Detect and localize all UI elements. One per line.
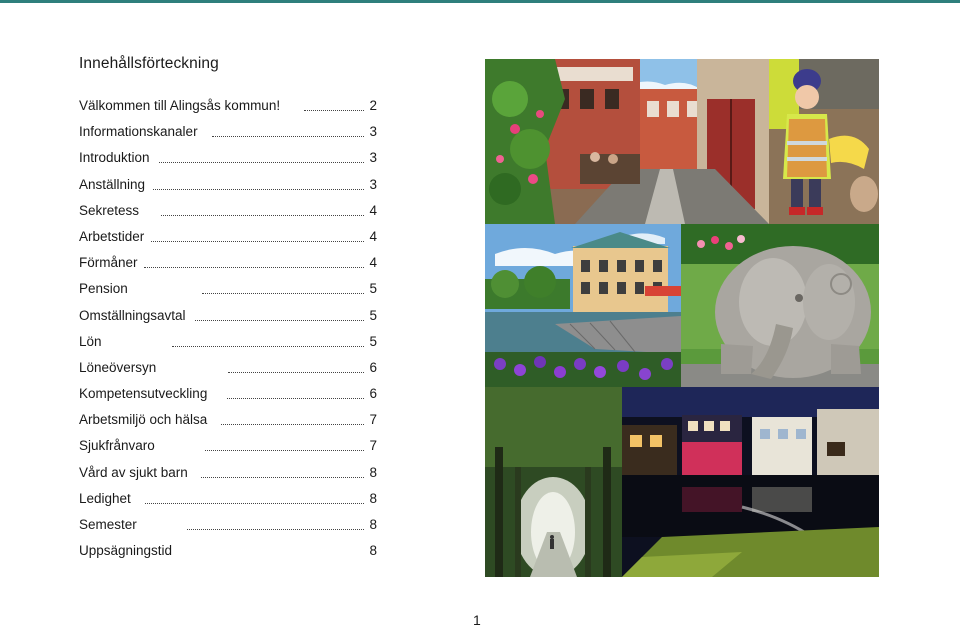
toc-entry-label: Ledighet <box>79 490 131 506</box>
toc-entry: Förmåner 4 <box>79 253 377 279</box>
toc-entry-page: 4 <box>369 228 377 244</box>
toc-entry-label: Arbetstider <box>79 228 145 244</box>
toc-entry-label: Introduktion <box>79 150 150 166</box>
table-of-contents: Välkommen till Alingsås kommun! 2 Informat… <box>79 96 377 567</box>
toc-dot-leader <box>172 345 364 347</box>
toc-entry-page: 3 <box>369 176 377 192</box>
toc-entry-page: 4 <box>369 202 377 218</box>
toc-entry: Semester 8 <box>79 515 377 541</box>
toc-entry-label: Lön <box>79 333 102 349</box>
toc-entry: Arbetsmiljö och hälsa 7 <box>79 410 377 436</box>
toc-entry-label: Informationskanaler <box>79 124 198 140</box>
toc-entry-label: Omställningsavtal <box>79 307 186 323</box>
toc-entry-label: Förmåner <box>79 255 138 271</box>
toc-entry-label: Anställning <box>79 176 146 192</box>
toc-entry: Kompetensutveckling 6 <box>79 384 377 410</box>
toc-dot-leader <box>195 319 364 321</box>
toc-dot-leader <box>221 424 364 426</box>
toc-entry: Ledighet 8 <box>79 489 377 515</box>
page-title: Innehållsförteckning <box>79 55 219 72</box>
toc-entry-page: 7 <box>369 412 377 428</box>
toc-entry-label: Vård av sjukt barn <box>79 464 188 480</box>
toc-entry: Sekretess 4 <box>79 201 377 227</box>
toc-entry-label: Pension <box>79 281 128 297</box>
toc-entry: Lön 5 <box>79 332 377 358</box>
toc-entry-label: Sekretess <box>79 202 140 218</box>
page-number: 1 <box>473 612 481 628</box>
toc-dot-leader <box>159 162 364 164</box>
toc-entry-label: Uppsägningstid <box>79 543 173 559</box>
toc-dot-leader <box>187 529 364 530</box>
photo-collage <box>485 59 879 577</box>
toc-entry: Uppsägningstid 8 <box>79 541 377 567</box>
toc-dot-leader <box>161 214 364 216</box>
toc-dot-leader <box>228 371 364 373</box>
toc-entry-page: 6 <box>369 359 377 375</box>
toc-entry-page: 8 <box>369 464 377 480</box>
toc-dot-leader <box>151 240 364 242</box>
toc-entry-page: 7 <box>369 438 377 454</box>
toc-entry: Pension 5 <box>79 279 377 305</box>
toc-entry-page: 4 <box>369 255 377 271</box>
toc-entry-label: Löneöversyn <box>79 359 157 375</box>
toc-entry-page: 5 <box>369 307 377 323</box>
toc-entry: Vård av sjukt barn 8 <box>79 463 377 489</box>
toc-entry-page: 8 <box>369 490 377 506</box>
toc-entry-label: Semester <box>79 517 137 532</box>
toc-entry-page: 6 <box>369 386 377 402</box>
toc-dot-leader <box>205 450 364 452</box>
top-accent-rule <box>0 0 960 3</box>
toc-dot-leader <box>201 476 364 478</box>
photo-night-buildings <box>622 387 879 577</box>
toc-entry-page: 5 <box>369 281 377 297</box>
photo-misty-alley <box>485 387 622 577</box>
toc-dot-leader <box>202 293 364 295</box>
toc-entry-page: 8 <box>369 517 377 532</box>
toc-dot-leader <box>227 398 364 400</box>
toc-entry: Löneöversyn 6 <box>79 358 377 384</box>
photo-elephant-sculpture <box>681 224 879 387</box>
toc-entry-page: 8 <box>369 543 377 559</box>
toc-entry: Arbetstider 4 <box>79 227 377 253</box>
toc-entry: Informationskanaler 3 <box>79 122 377 148</box>
toc-dot-leader <box>153 188 364 190</box>
photo-town-canal <box>485 224 681 387</box>
toc-entry-page: 3 <box>369 124 377 140</box>
toc-entry-label: Kompetensutveckling <box>79 386 208 402</box>
toc-entry: Välkommen till Alingsås kommun! 2 <box>79 96 377 122</box>
toc-entry-page: 2 <box>369 98 377 113</box>
toc-entry: Omställningsavtal 5 <box>79 306 377 332</box>
toc-entry-label: Arbetsmiljö och hälsa <box>79 412 208 428</box>
toc-entry-page: 3 <box>369 150 377 166</box>
toc-dot-leader <box>304 110 364 111</box>
toc-dot-leader <box>145 502 364 504</box>
toc-dot-leader <box>144 267 364 269</box>
toc-entry-label: Sjukfrånvaro <box>79 438 155 454</box>
toc-entry-label: Välkommen till Alingsås kommun! <box>79 98 281 113</box>
toc-entry: Anställning 3 <box>79 175 377 201</box>
photo-child-sandbox <box>769 59 879 224</box>
toc-entry-page: 5 <box>369 333 377 349</box>
toc-entry: Introduktion 3 <box>79 148 377 174</box>
photo-cafe-courtyard <box>485 59 769 224</box>
toc-entry: Sjukfrånvaro 7 <box>79 436 377 462</box>
toc-dot-leader <box>212 136 364 138</box>
